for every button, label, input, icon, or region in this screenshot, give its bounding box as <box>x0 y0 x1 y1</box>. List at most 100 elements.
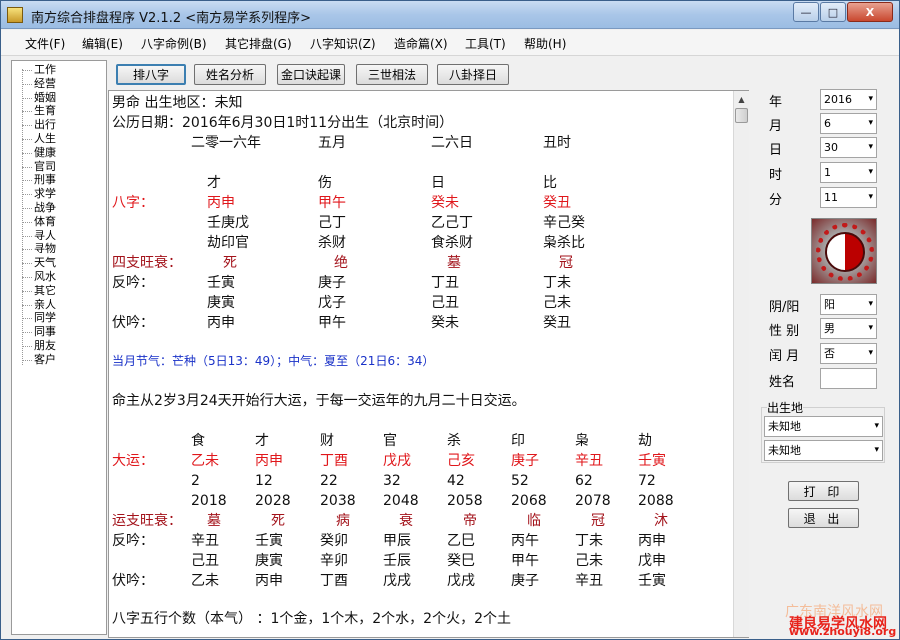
category-tree[interactable]: 工作 经营 婚姻 生育出行人生 健康 官司 刑事求学战争 体育 寻人 寻物天气风水 其它 亲人 同学同事… <box>11 60 107 635</box>
menu-edit[interactable]: 编辑(E) <box>82 35 123 52</box>
vertical-scrollbar[interactable]: ▲ <box>733 91 749 637</box>
yunzhi-wangshuai-cell: 临 <box>527 513 541 529</box>
tree-item[interactable]: 人生 <box>34 133 56 145</box>
birthplace-province-select[interactable]: 未知地 ▾ <box>764 416 883 437</box>
tree-item[interactable]: 官司 <box>34 160 56 173</box>
tree-item[interactable]: 出行 <box>34 119 56 131</box>
wangshuai-cell: 绝 <box>334 255 348 271</box>
hour-select[interactable]: 1 ▾ <box>820 162 877 183</box>
yinyang-select[interactable]: 阳 ▾ <box>820 294 877 315</box>
chevron-down-icon: ▾ <box>874 445 879 455</box>
tree-item[interactable]: 寻人 <box>34 229 56 242</box>
tree-connector <box>22 263 32 265</box>
birthplace-city-select[interactable]: 未知地 ▾ <box>764 440 883 461</box>
tree-item[interactable]: 同学 <box>34 312 56 324</box>
maximize-button[interactable]: □ <box>820 2 846 22</box>
tree-item[interactable]: 经营 <box>34 77 56 90</box>
title-bar[interactable]: 南方综合排盘程序 V2.1.2 <南方易学系列程序> — □ X <box>1 1 899 29</box>
tree-item[interactable]: 体育 <box>34 215 56 228</box>
app-window: 南方综合排盘程序 V2.1.2 <南方易学系列程序> — □ X 文件(F) 编… <box>0 0 900 640</box>
tree-connector <box>22 180 32 182</box>
tree-item[interactable]: 其它 <box>34 284 56 297</box>
gender-value: 男 <box>824 322 835 335</box>
menu-help[interactable]: 帮助(H) <box>524 35 566 52</box>
chevron-down-icon: ▾ <box>874 421 879 431</box>
minute-label: 分 <box>769 193 783 208</box>
dayun-shen-cell: 劫 <box>638 433 652 449</box>
name-analysis-button[interactable]: 姓名分析 <box>194 64 266 85</box>
fanyin-cell: 壬寅 <box>207 275 235 291</box>
tree-item[interactable]: 生育 <box>34 105 56 117</box>
tree-item[interactable]: 风水 <box>34 271 56 283</box>
tree-item[interactable]: 健康 <box>34 146 56 159</box>
tree-connector <box>22 70 32 71</box>
menu-tools[interactable]: 工具(T) <box>465 35 506 52</box>
tree-item[interactable]: 天气 <box>34 257 56 269</box>
month-value: 6 <box>824 117 831 130</box>
dayun-age-cell: 42 <box>447 473 465 489</box>
minute-select[interactable]: 11 ▾ <box>820 187 877 208</box>
tree-item[interactable]: 刑事 <box>34 174 56 186</box>
dayun-fanyin-cell: 辛卯 <box>320 553 348 569</box>
tree-connector <box>22 69 23 365</box>
window-title: 南方综合排盘程序 V2.1.2 <南方易学系列程序> <box>31 11 312 26</box>
day-select[interactable]: 30 ▾ <box>820 137 877 158</box>
chevron-down-icon: ▾ <box>868 323 873 333</box>
fuyin-cell: 甲午 <box>318 315 346 331</box>
jinkoujue-button[interactable]: 金口诀起课 <box>277 64 345 85</box>
scroll-up-icon[interactable]: ▲ <box>734 91 749 107</box>
menu-bazi-cases[interactable]: 八字命例(B) <box>141 35 207 52</box>
bazi-pillar: 甲午 <box>318 195 346 211</box>
fanyin-cell: 己丑 <box>431 295 459 311</box>
tree-item[interactable]: 婚姻 <box>34 91 56 104</box>
fanyin-cell: 丁未 <box>543 275 571 291</box>
tree-item[interactable]: 求学 <box>34 188 56 200</box>
wuxing-count-line: 八字五行个数（本气） ：1个金，1个木，2个水，2个火，2个土 <box>112 611 511 627</box>
scroll-thumb[interactable] <box>735 108 748 123</box>
canggan-cell: 壬庚戊 <box>207 215 249 231</box>
menu-other-charts[interactable]: 其它排盘(G) <box>225 35 292 52</box>
tree-item[interactable]: 工作 <box>34 64 56 76</box>
menu-bar: 文件(F) 编辑(E) 八字命例(B) 其它排盘(G) 八字知识(Z) 造命篇(… <box>1 30 899 56</box>
tree-item[interactable]: 朋友 <box>34 340 56 352</box>
menu-zaoming[interactable]: 造命篇(X) <box>394 35 448 52</box>
watermark-url: www.zhouyi8.org <box>789 625 897 638</box>
tree-connector <box>22 139 32 140</box>
minimize-button[interactable]: — <box>793 2 819 22</box>
tree-connector <box>22 111 32 113</box>
fanyin-cell: 丁丑 <box>431 275 459 291</box>
wangshuai-cell: 冠 <box>559 255 573 271</box>
print-button[interactable]: 打 印 <box>788 481 859 501</box>
sanshixiang-button[interactable]: 三世相法 <box>356 64 428 85</box>
exit-button[interactable]: 退 出 <box>788 508 859 528</box>
birthplace-city-value: 未知地 <box>768 444 801 457</box>
tree-item[interactable]: 客户 <box>34 353 56 366</box>
tree-item[interactable]: 同事 <box>34 326 56 338</box>
year-select[interactable]: 2016 ▾ <box>820 89 877 110</box>
name-input[interactable] <box>820 368 877 389</box>
chart-text-area[interactable]: 男命 出生地区：未知 公历日期：2016年6月30日1时11分出生（北京时间） … <box>108 90 749 638</box>
dayun-shen-cell: 才 <box>255 433 269 449</box>
hour-label: 时 <box>769 168 783 183</box>
menu-bazi-knowledge[interactable]: 八字知识(Z) <box>310 35 376 52</box>
canggan-cell: 己丁 <box>318 215 346 231</box>
gender-select[interactable]: 男 ▾ <box>820 318 877 339</box>
leap-month-select[interactable]: 否 ▾ <box>820 343 877 364</box>
leap-month-label: 闰 月 <box>769 349 800 364</box>
yinyang-bagua-icon <box>811 218 877 284</box>
tree-item[interactable]: 战争 <box>34 202 56 214</box>
dayun-age-cell: 52 <box>511 473 529 489</box>
month-select[interactable]: 6 ▾ <box>820 113 877 134</box>
dayun-fanyin-cell: 己未 <box>575 553 603 569</box>
dayun-shen-cell: 杀 <box>447 433 461 449</box>
canggan-shen-cell: 劫印官 <box>207 235 249 251</box>
paibazi-button[interactable]: 排八字 <box>116 64 186 85</box>
close-button[interactable]: X <box>847 2 893 22</box>
tree-item[interactable]: 亲人 <box>34 298 56 311</box>
dayun-fuyin-cell: 乙未 <box>191 573 219 589</box>
tree-item[interactable]: 寻物 <box>34 243 56 255</box>
bagua-zeri-button[interactable]: 八卦择日 <box>437 64 509 85</box>
menu-file[interactable]: 文件(F) <box>25 35 65 52</box>
dayun-year-cell: 2028 <box>255 493 291 509</box>
dayun-year-cell: 2088 <box>638 493 674 509</box>
